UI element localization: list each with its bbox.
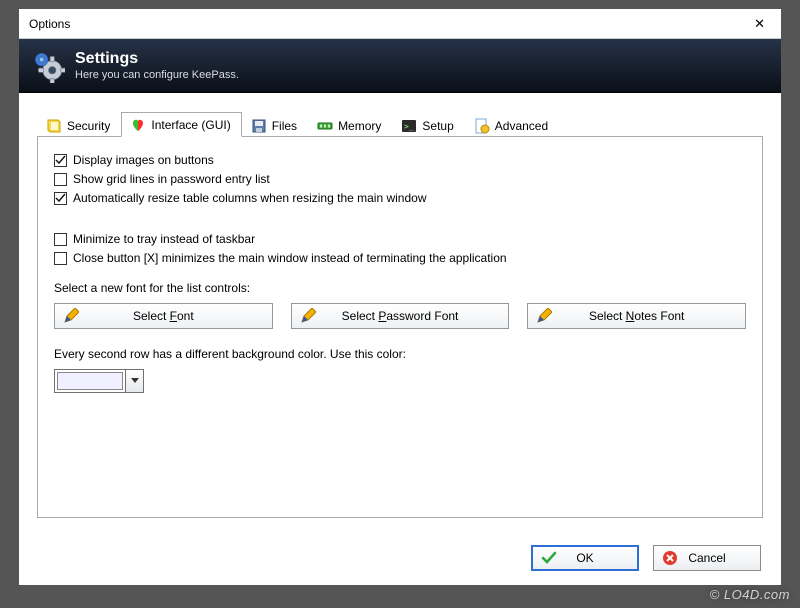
tab-memory[interactable]: Memory [308, 113, 392, 137]
checkbox-icon[interactable] [54, 233, 67, 246]
button-label: Select Font [133, 309, 194, 323]
pen-icon [63, 308, 79, 324]
checkbox-icon[interactable] [54, 252, 67, 265]
close-icon[interactable]: ✕ [746, 14, 773, 34]
tab-panel-interface: Display images on buttons Show grid line… [37, 136, 763, 518]
tab-label: Files [272, 119, 297, 133]
tab-label: Setup [422, 119, 453, 133]
checkbox-label: Automatically resize table columns when … [73, 191, 427, 205]
checkbox-icon[interactable] [54, 154, 67, 167]
dialog-footer: OK Cancel [531, 545, 761, 571]
terminal-icon: >_ [401, 118, 417, 134]
cancel-button[interactable]: Cancel [653, 545, 761, 571]
tab-advanced[interactable]: Advanced [465, 113, 559, 137]
button-label: Cancel [688, 551, 725, 565]
tab-setup[interactable]: >_ Setup [392, 113, 464, 137]
button-label: Select Password Font [342, 309, 459, 323]
option-auto-resize[interactable]: Automatically resize table columns when … [54, 191, 746, 205]
pen-icon [300, 308, 316, 324]
option-display-images[interactable]: Display images on buttons [54, 153, 746, 167]
page-gear-icon [474, 118, 490, 134]
select-password-font-button[interactable]: Select Password Font [291, 303, 510, 329]
row-color-picker[interactable] [54, 369, 144, 393]
memory-icon [317, 118, 333, 134]
banner-title: Settings [75, 50, 239, 68]
tab-label: Interface (GUI) [151, 118, 230, 132]
content-area: Security Interface (GUI) Files Memory >_… [19, 93, 781, 530]
options-dialog: Options ✕ Settings Here you can conf [18, 8, 782, 586]
checkbox-label: Display images on buttons [73, 153, 214, 167]
cancel-icon [662, 550, 678, 566]
button-label: OK [576, 551, 593, 565]
banner: Settings Here you can configure KeePass. [19, 39, 781, 93]
tab-bar: Security Interface (GUI) Files Memory >_… [37, 109, 763, 137]
window-title: Options [29, 17, 70, 31]
svg-text:>_: >_ [404, 122, 414, 131]
tab-security[interactable]: Security [37, 113, 121, 137]
floppy-icon [251, 118, 267, 134]
titlebar: Options ✕ [19, 9, 781, 39]
option-minimize-tray[interactable]: Minimize to tray instead of taskbar [54, 232, 746, 246]
tab-label: Memory [338, 119, 381, 133]
row-color-label: Every second row has a different backgro… [54, 347, 746, 361]
pen-icon [536, 308, 552, 324]
select-notes-font-button[interactable]: Select Notes Font [527, 303, 746, 329]
tab-label: Advanced [495, 119, 548, 133]
option-close-minimizes[interactable]: Close button [X] minimizes the main wind… [54, 251, 746, 265]
ok-button[interactable]: OK [531, 545, 639, 571]
button-label: Select Notes Font [589, 309, 684, 323]
checkbox-label: Minimize to tray instead of taskbar [73, 232, 255, 246]
checkbox-label: Show grid lines in password entry list [73, 172, 270, 186]
check-icon [541, 550, 557, 566]
tab-label: Security [67, 119, 110, 133]
shield-icon [46, 118, 62, 134]
font-section-label: Select a new font for the list controls: [54, 281, 746, 295]
tab-files[interactable]: Files [242, 113, 308, 137]
color-swatch[interactable] [54, 369, 126, 393]
checkbox-label: Close button [X] minimizes the main wind… [73, 251, 507, 265]
option-grid-lines[interactable]: Show grid lines in password entry list [54, 172, 746, 186]
banner-subtitle: Here you can configure KeePass. [75, 69, 239, 81]
checkbox-icon[interactable] [54, 192, 67, 205]
checkbox-icon[interactable] [54, 173, 67, 186]
dropdown-arrow-icon[interactable] [126, 369, 144, 393]
tab-interface[interactable]: Interface (GUI) [121, 112, 241, 137]
gear-icon [31, 49, 65, 83]
select-font-button[interactable]: Select Font [54, 303, 273, 329]
heart-icon [130, 117, 146, 133]
watermark: © LO4D.com [710, 587, 790, 602]
